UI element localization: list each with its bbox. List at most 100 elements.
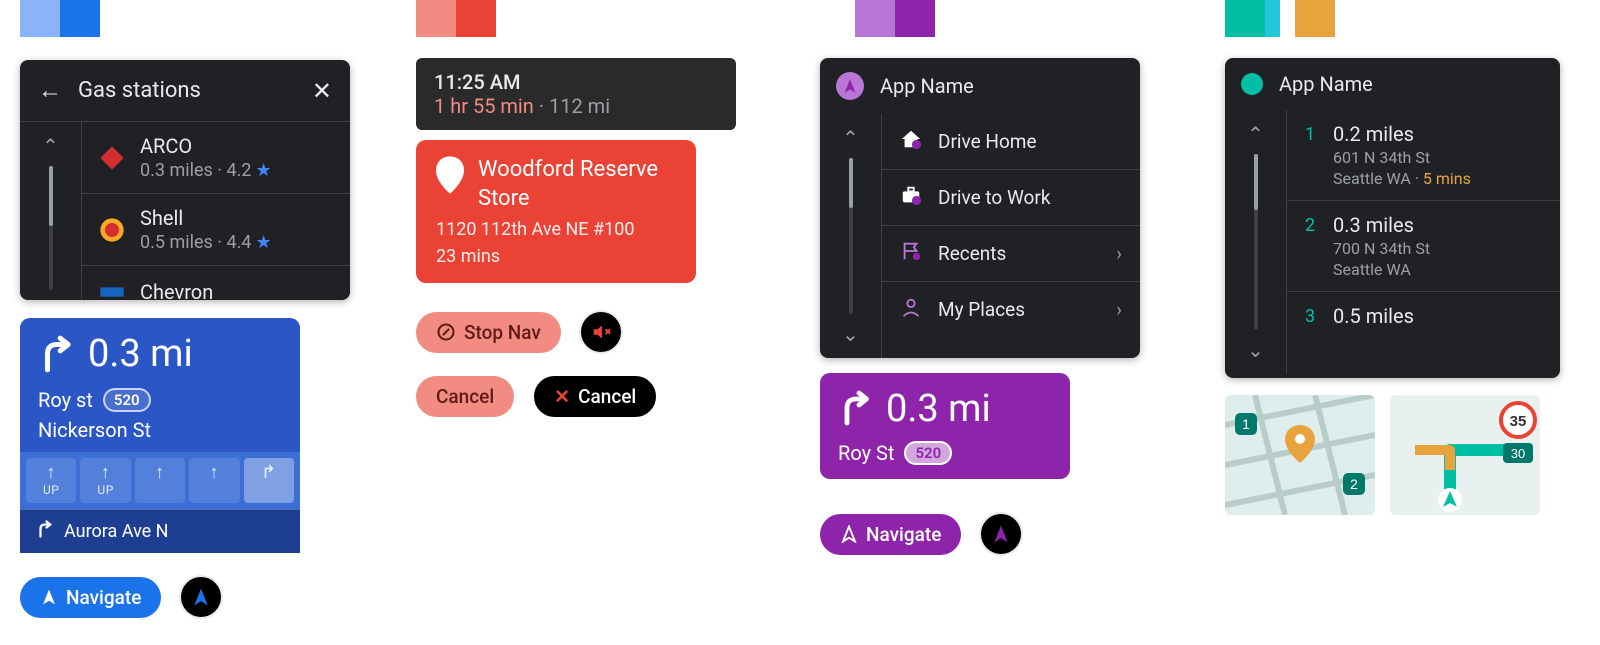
compass-button[interactable] — [179, 575, 223, 619]
current-location-icon — [1438, 488, 1462, 512]
scrollbar[interactable] — [1254, 154, 1258, 330]
menu-label: My Places — [938, 298, 1025, 321]
turn-right-icon — [36, 520, 54, 543]
tab-light — [416, 0, 456, 37]
result-sub: 0.5 miles · 4.4 ★ — [140, 232, 272, 253]
navigate-label: Navigate — [66, 586, 141, 609]
menu-item-recents[interactable]: Recents › — [882, 226, 1140, 282]
list-item[interactable]: ARCO 0.3 miles · 4.2 ★ — [82, 122, 350, 194]
result-number: 3 — [1305, 304, 1319, 328]
list-item[interactable]: Shell 0.5 miles · 4.4 ★ — [82, 194, 350, 266]
destination-name: Woodford Reserve Store — [478, 156, 676, 213]
nav-menu-card: App Name ⌃ ⌄ Drive Home Drive to Work Re… — [820, 58, 1140, 358]
nav-distance: 0.3 mi — [886, 387, 991, 431]
list-item[interactable]: 1 0.2 miles 601 N 34th St Seattle WA · 5… — [1287, 110, 1560, 201]
app-name: App Name — [1279, 72, 1373, 96]
list-item[interactable]: Chevron — [82, 266, 350, 300]
scroll-up-icon[interactable]: ⌃ — [1247, 122, 1264, 146]
scroll-down-icon[interactable]: ⌄ — [1247, 338, 1264, 362]
col4-tabs — [1225, 0, 1335, 37]
navigate-icon — [40, 588, 58, 606]
map-thumbnail[interactable]: 35 30 — [1390, 395, 1540, 515]
destination-address: 1120 112th Ave NE #100 — [436, 219, 676, 240]
briefcase-icon — [900, 184, 922, 211]
result-sub: 0.3 miles · 4.2 ★ — [140, 160, 272, 181]
back-icon[interactable]: ← — [38, 76, 62, 105]
menu-item-places[interactable]: My Places › — [882, 282, 1140, 337]
scroll-up-icon[interactable]: ⌃ — [842, 126, 859, 150]
results-card: App Name ⌃ ⌄ 1 0.2 miles 601 N 34th St S… — [1225, 58, 1560, 378]
result-city: Seattle WA — [1333, 169, 1411, 188]
result-title: 0.5 miles — [1333, 304, 1414, 328]
mute-icon — [590, 321, 612, 343]
lane-guidance: ↑UP ↑UP ↑ ↑ ↱ — [20, 452, 300, 509]
cancel-label: Cancel — [578, 385, 636, 408]
card-header: ← Gas stations ✕ — [20, 60, 350, 122]
result-name: Chevron — [140, 280, 213, 300]
nav-street2: Nickerson St — [38, 418, 151, 442]
result-list: ARCO 0.3 miles · 4.2 ★ Shell 0.5 miles ·… — [82, 122, 350, 300]
eta-time: 11:25 AM — [434, 70, 718, 94]
cancel-button-outline[interactable]: ✕ Cancel — [532, 374, 658, 419]
svg-text:2: 2 — [1350, 476, 1358, 492]
menu-item-home[interactable]: Drive Home — [882, 114, 1140, 170]
turn-right-icon — [38, 332, 76, 380]
result-name: ARCO — [140, 134, 272, 158]
list-item[interactable]: 3 0.5 miles — [1287, 292, 1560, 340]
navigate-button[interactable]: Navigate — [820, 514, 961, 555]
nav-next-street: Aurora Ave N — [64, 521, 169, 542]
destination-card[interactable]: Woodford Reserve Store 1120 112th Ave NE… — [416, 140, 696, 283]
app-icon — [836, 72, 864, 100]
tab-dark — [895, 0, 935, 37]
map-pin-1-icon: 1 — [1235, 413, 1257, 435]
result-city: Seattle WA — [1333, 260, 1430, 279]
tab1 — [1225, 0, 1265, 37]
eta-distance: · 112 mi — [534, 94, 610, 118]
nav-street: Roy St — [838, 441, 894, 465]
result-eta: 5 mins — [1423, 169, 1471, 188]
cancel-button[interactable]: Cancel — [416, 376, 514, 417]
chevron-right-icon: › — [1116, 298, 1122, 321]
close-icon[interactable]: ✕ — [312, 77, 332, 105]
route-badge: 520 — [904, 441, 952, 465]
menu-item-work[interactable]: Drive to Work — [882, 170, 1140, 226]
tab-dark — [456, 0, 496, 37]
cancel-label: Cancel — [436, 385, 494, 408]
stop-icon — [436, 322, 456, 342]
nav-distance: 0.3 mi — [88, 332, 193, 376]
mute-button[interactable] — [579, 310, 623, 354]
app-icon — [1241, 73, 1263, 95]
result-title: 0.3 miles — [1333, 213, 1430, 237]
compass-button[interactable] — [979, 512, 1023, 556]
nav-street1: Roy st — [38, 388, 93, 412]
tab-light — [20, 0, 60, 37]
stop-nav-button[interactable]: Stop Nav — [416, 312, 561, 353]
person-icon — [900, 296, 922, 323]
lane-arrow-icon: ↑ — [155, 464, 165, 482]
result-addr: 700 N 34th St — [1333, 239, 1430, 258]
map-pin-2-icon: 2 — [1343, 473, 1365, 495]
brand-logo-icon — [98, 144, 126, 172]
menu-label: Drive Home — [938, 130, 1037, 153]
col3-tabs — [855, 0, 935, 37]
list-item[interactable]: 2 0.3 miles 700 N 34th St Seattle WA — [1287, 201, 1560, 292]
header-title: Gas stations — [78, 78, 201, 103]
scrollbar[interactable] — [849, 158, 853, 314]
compass-icon — [991, 524, 1011, 544]
speed-badge-icon: 30 — [1503, 443, 1533, 463]
result-number: 2 — [1305, 213, 1319, 279]
scroll-down-icon[interactable]: ⌄ — [842, 322, 859, 346]
flag-icon — [900, 240, 922, 267]
map-thumbnail[interactable]: 1 2 — [1225, 395, 1375, 515]
navigate-button[interactable]: Navigate — [20, 577, 161, 618]
menu-label: Recents — [938, 242, 1006, 265]
navigate-label: Navigate — [866, 523, 941, 546]
svg-text:35: 35 — [1510, 413, 1527, 430]
scrollbar[interactable] — [49, 166, 53, 290]
scroll-col: ⌃ ⌄ — [820, 114, 882, 358]
menu-label: Drive to Work — [938, 186, 1050, 209]
lane-label: UP — [97, 483, 113, 497]
scroll-up-icon[interactable]: ⌃ — [42, 134, 59, 158]
close-icon: ✕ — [554, 385, 570, 408]
search-results-card: ← Gas stations ✕ ⌃ ARCO 0.3 miles · 4.2 … — [20, 60, 350, 300]
